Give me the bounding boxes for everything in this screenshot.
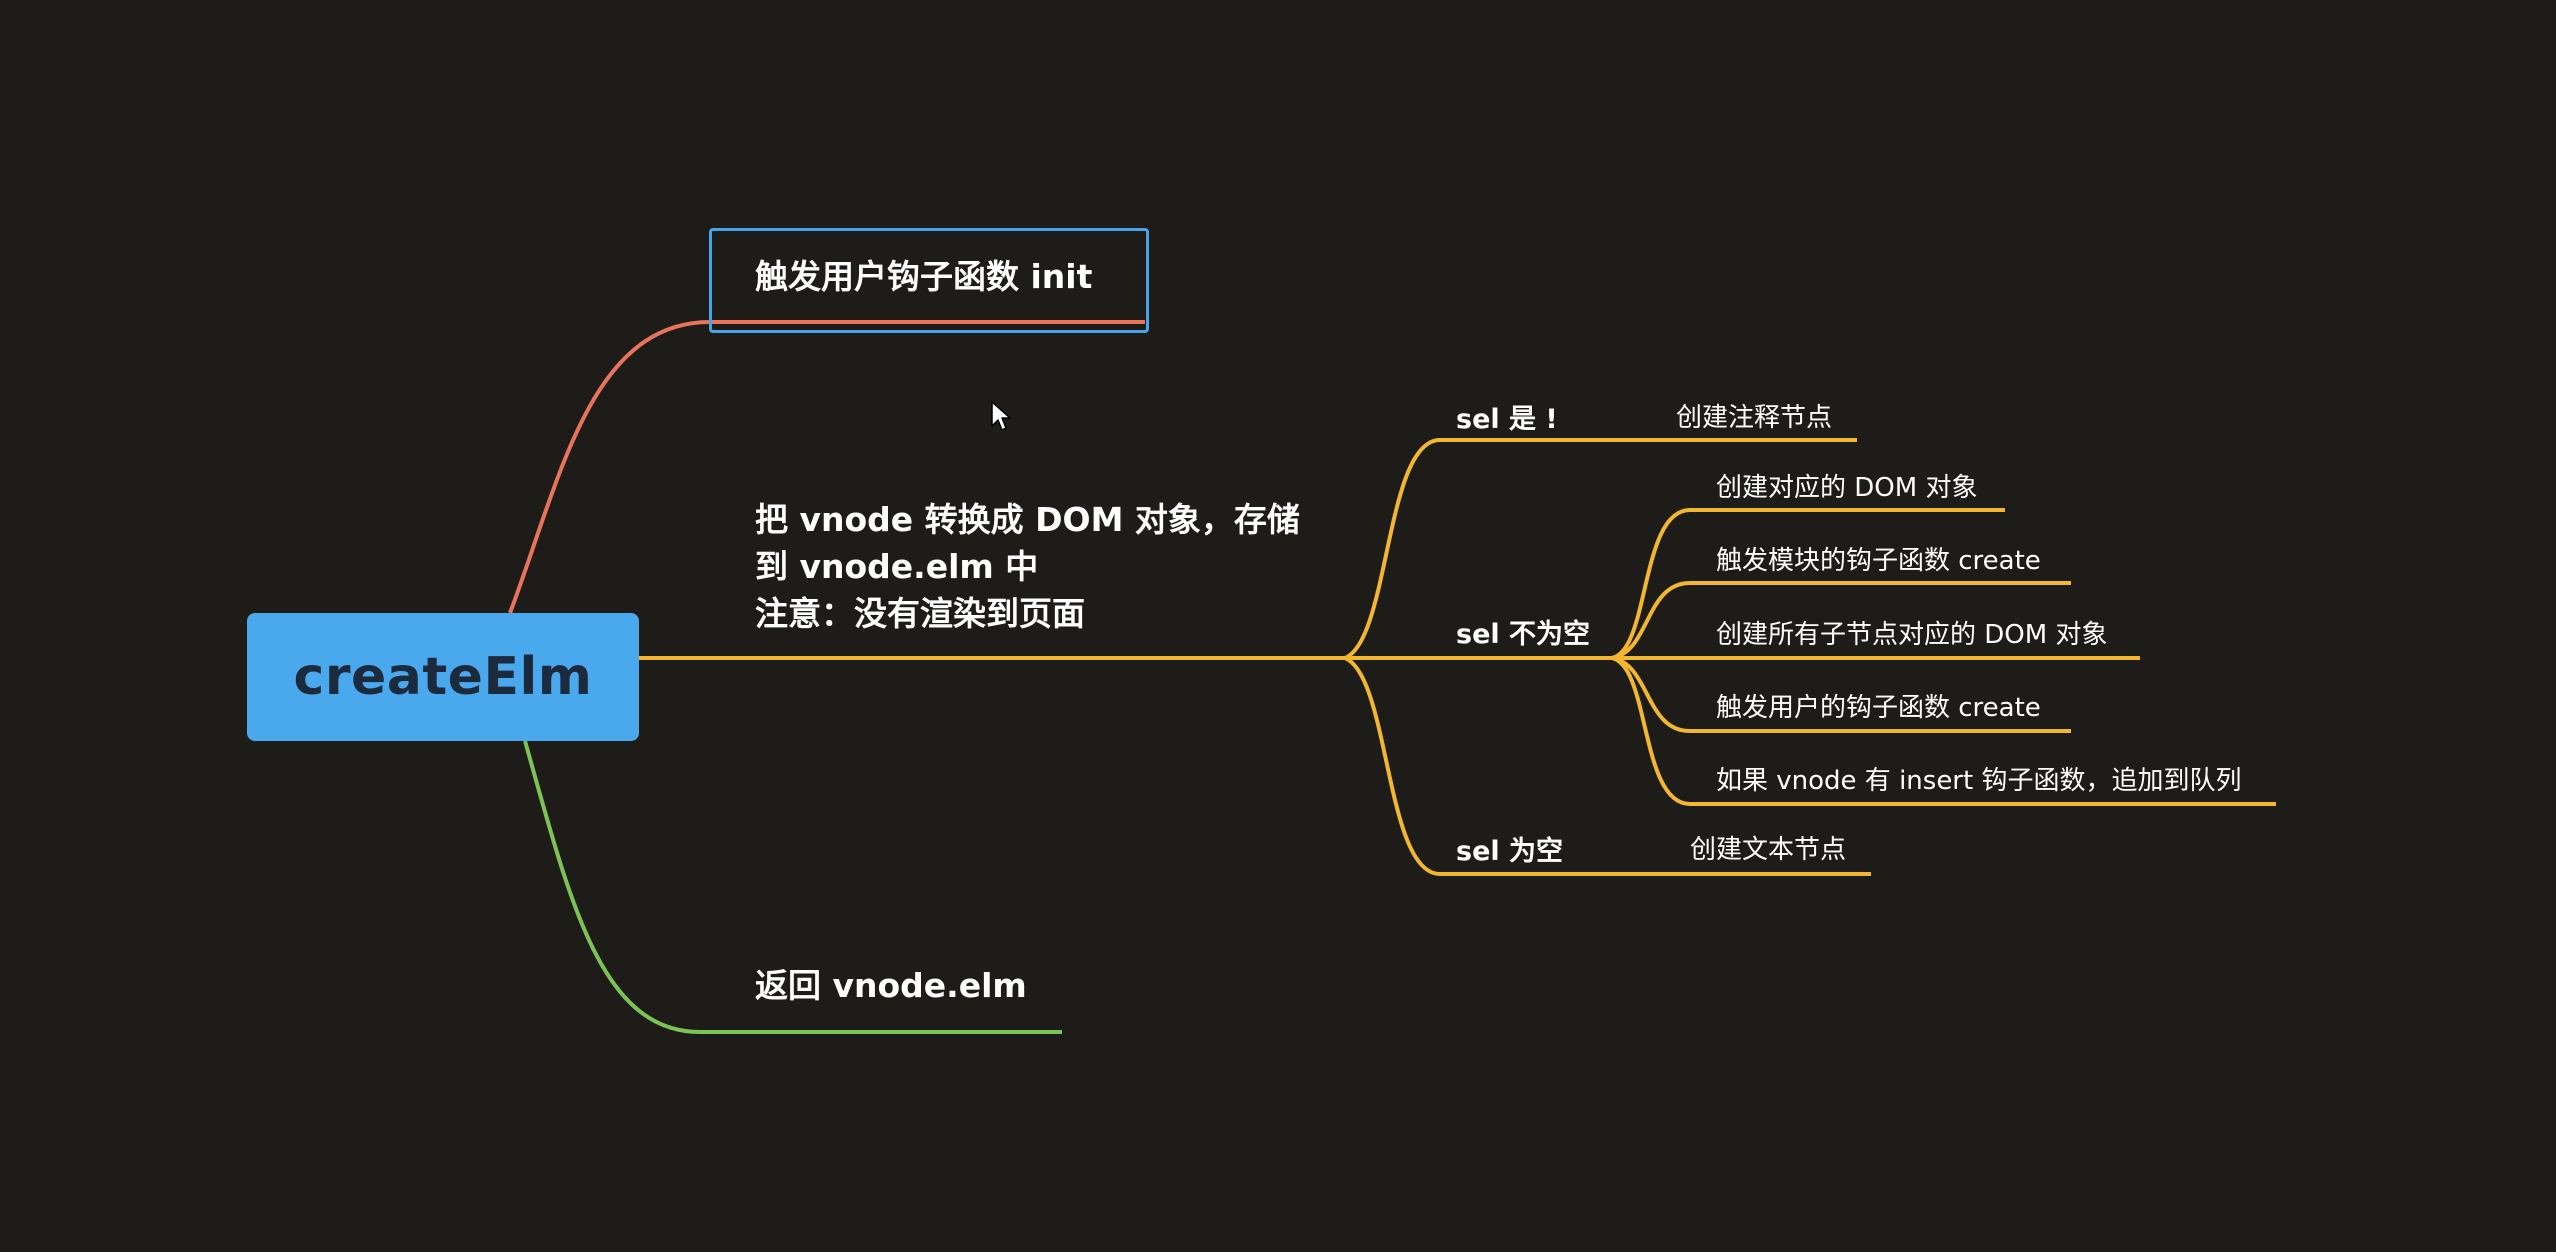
root-node-label: createElm: [293, 647, 593, 707]
topic-sel-not-empty-label: sel 不为空: [1456, 619, 1591, 650]
topic-trigger-init-label: 触发用户钩子函数 init: [755, 257, 1093, 296]
topic-convert-line-3: 注意：没有渲染到页面: [755, 594, 1085, 633]
topic-return-elm[interactable]: 返回 vnode.elm: [755, 962, 1027, 1009]
topic-create-children-dom[interactable]: 创建所有子节点对应的 DOM 对象: [1716, 614, 2107, 651]
topic-insert-hook-queue-label: 如果 vnode 有 insert 钩子函数，追加到队列: [1716, 766, 2242, 796]
topic-module-hook-create[interactable]: 触发模块的钩子函数 create: [1716, 540, 2041, 577]
topic-create-comment-node[interactable]: 创建注释节点: [1676, 397, 1832, 434]
topic-create-dom-object-label: 创建对应的 DOM 对象: [1716, 473, 1978, 503]
topic-user-hook-create[interactable]: 触发用户的钩子函数 create: [1716, 687, 2041, 724]
topic-create-text-node[interactable]: 创建文本节点: [1690, 829, 1846, 866]
topic-convert-line-2: 到 vnode.elm 中: [755, 547, 1039, 586]
topic-insert-hook-queue[interactable]: 如果 vnode 有 insert 钩子函数，追加到队列: [1716, 760, 2241, 797]
topic-create-comment-node-label: 创建注释节点: [1676, 403, 1833, 433]
topic-return-elm-label: 返回 vnode.elm: [755, 966, 1027, 1005]
topic-trigger-init[interactable]: 触发用户钩子函数 init: [755, 253, 1092, 300]
topic-create-children-dom-label: 创建所有子节点对应的 DOM 对象: [1716, 620, 2108, 650]
topic-sel-exclaim[interactable]: sel 是 !: [1456, 397, 1558, 436]
topic-convert-to-dom[interactable]: 把 vnode 转换成 DOM 对象，存储 到 vnode.elm 中 注意：没…: [755, 496, 1300, 637]
root-node-createElm[interactable]: createElm: [247, 613, 639, 741]
topic-user-hook-create-label: 触发用户的钩子函数 create: [1716, 693, 2041, 723]
topic-sel-empty-label: sel 为空: [1456, 836, 1564, 867]
topic-create-text-node-label: 创建文本节点: [1690, 835, 1847, 865]
topic-create-dom-object[interactable]: 创建对应的 DOM 对象: [1716, 467, 1977, 504]
topic-module-hook-create-label: 触发模块的钩子函数 create: [1716, 546, 2041, 576]
topic-sel-not-empty[interactable]: sel 不为空: [1456, 612, 1590, 651]
mouse-pointer-icon: [991, 401, 1011, 431]
topic-convert-line-1: 把 vnode 转换成 DOM 对象，存储: [755, 500, 1300, 539]
topic-sel-exclaim-label: sel 是 !: [1456, 404, 1558, 435]
mindmap-canvas: createElm 触发用户钩子函数 init 把 vnode 转换成 DOM …: [0, 0, 2556, 1252]
topic-sel-empty[interactable]: sel 为空: [1456, 829, 1563, 868]
